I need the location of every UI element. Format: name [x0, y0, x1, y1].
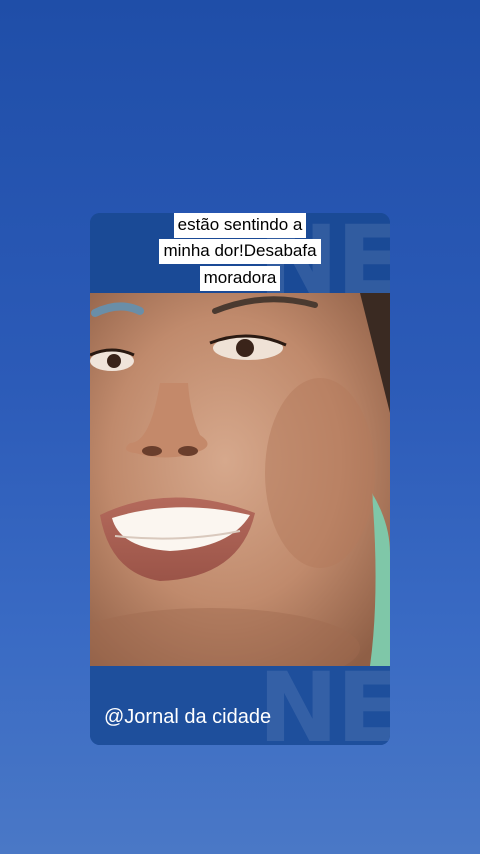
caption-line-2: minha dor!Desabafa — [159, 239, 321, 264]
caption-line-3: moradora — [199, 266, 281, 291]
face-photo-illustration — [90, 293, 390, 666]
caption-line-1-row: estão sentindo a — [90, 213, 390, 238]
logo-watermark-bottom: NE — [258, 652, 390, 745]
caption-line-1: estão sentindo a — [173, 213, 307, 238]
video-card[interactable]: NE NE estão sentindo a minha dor!Desabaf… — [90, 213, 390, 745]
caption-line-3-row: moradora — [90, 266, 390, 291]
screen: { "post": { "caption_lines": ["estão sen… — [0, 0, 480, 854]
caption-line-2-row: minha dor!Desabafa — [90, 239, 390, 264]
video-frame-photo — [90, 293, 390, 666]
source-credit: @Jornal da cidade — [104, 706, 272, 728]
watermark-text-bottom: NE — [258, 652, 390, 745]
